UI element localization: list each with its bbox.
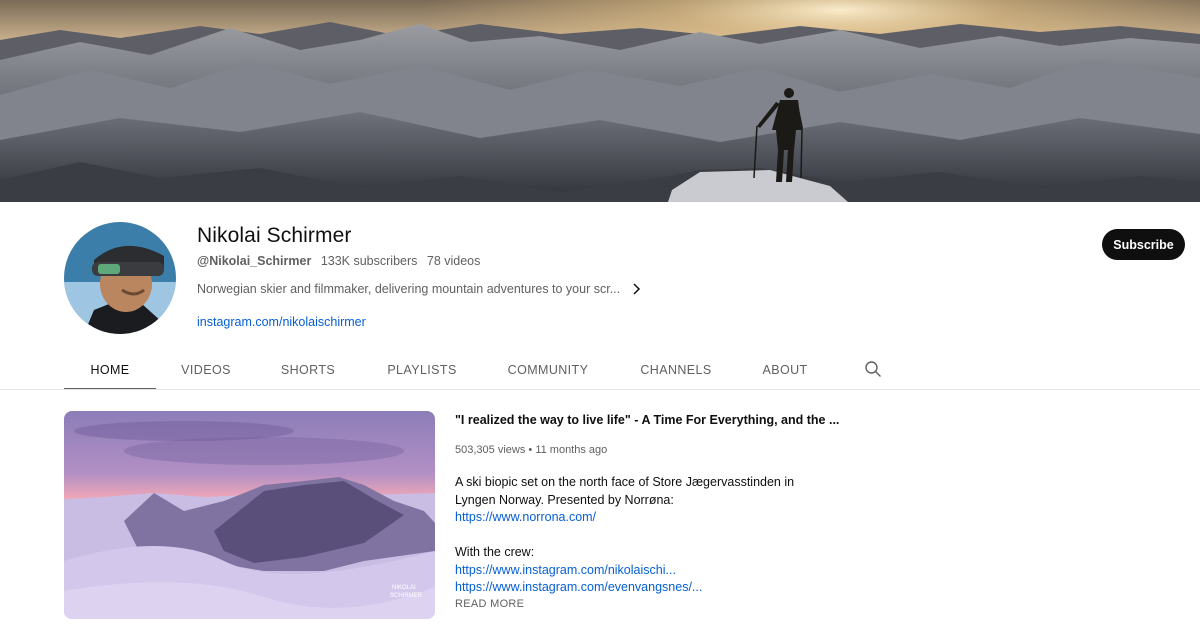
description-link[interactable]: https://www.instagram.com/evenvangsnes/.…	[455, 579, 815, 597]
channel-link[interactable]: instagram.com/nikolaischirmer	[197, 315, 366, 329]
channel-description-text: Norwegian skier and filmmaker, deliverin…	[197, 282, 621, 296]
featured-video-thumbnail[interactable]: NIKOLAI SCHIRMER	[64, 411, 435, 619]
stats-separator: •	[528, 444, 533, 456]
chevron-right-icon[interactable]	[630, 282, 644, 296]
tab-label: CHANNELS	[640, 363, 712, 377]
channel-name: Nikolai Schirmer	[197, 224, 352, 247]
avatar-image	[64, 222, 176, 334]
tab-label: ABOUT	[762, 363, 808, 377]
tab-label: VIDEOS	[181, 363, 231, 377]
banner-image	[0, 0, 1200, 202]
video-count: 78 videos	[426, 254, 481, 268]
thumbnail-watermark-line2: SCHIRMER	[390, 593, 423, 599]
tabs-divider	[0, 389, 1200, 390]
featured-video-description: A ski biopic set on the north face of St…	[455, 474, 815, 597]
channel-tabs: HOME VIDEOS SHORTS PLAYLISTS COMMUNITY C…	[64, 350, 830, 390]
thumbnail-image: NIKOLAI SCHIRMER	[64, 411, 435, 619]
tab-shorts[interactable]: SHORTS	[256, 350, 360, 390]
subscribe-button[interactable]: Subscribe	[1102, 229, 1185, 260]
tab-about[interactable]: ABOUT	[740, 350, 830, 390]
featured-video-stats: 503,305 views • 11 months ago	[455, 444, 607, 456]
thumbnail-watermark-line1: NIKOLAI	[392, 585, 416, 591]
description-link[interactable]: https://www.norrona.com/	[455, 509, 815, 527]
tab-videos[interactable]: VIDEOS	[156, 350, 256, 390]
featured-video-title[interactable]: "I realized the way to live life" - A Ti…	[455, 413, 839, 427]
description-line	[455, 527, 815, 545]
tab-home[interactable]: HOME	[64, 350, 156, 390]
description-line: With the crew:	[455, 545, 535, 559]
description-line: Lyngen Norway. Presented by Norrøna:	[455, 492, 674, 507]
view-count: 503,305 views	[455, 444, 526, 456]
channel-meta: @Nikolai_Schirmer 133K subscribers 78 vi…	[197, 254, 480, 268]
read-more-button[interactable]: READ MORE	[455, 598, 524, 610]
channel-avatar[interactable]	[64, 222, 176, 334]
tab-playlists[interactable]: PLAYLISTS	[360, 350, 484, 390]
subscriber-count: 133K subscribers	[320, 254, 418, 268]
channel-handle: @Nikolai_Schirmer	[197, 254, 312, 268]
tab-label: COMMUNITY	[507, 363, 589, 377]
channel-banner	[0, 0, 1200, 202]
channel-description[interactable]: Norwegian skier and filmmaker, deliverin…	[197, 282, 644, 296]
tab-label: SHORTS	[280, 363, 336, 377]
tab-channels[interactable]: CHANNELS	[612, 350, 740, 390]
tab-label: PLAYLISTS	[387, 363, 457, 377]
search-icon[interactable]	[864, 360, 882, 378]
tab-label: HOME	[90, 363, 130, 377]
upload-age: 11 months ago	[535, 444, 608, 456]
description-line: A ski biopic set on the north face of St…	[455, 475, 795, 489]
tab-community[interactable]: COMMUNITY	[484, 350, 612, 390]
description-link[interactable]: https://www.instagram.com/nikolaischi...	[455, 562, 815, 580]
